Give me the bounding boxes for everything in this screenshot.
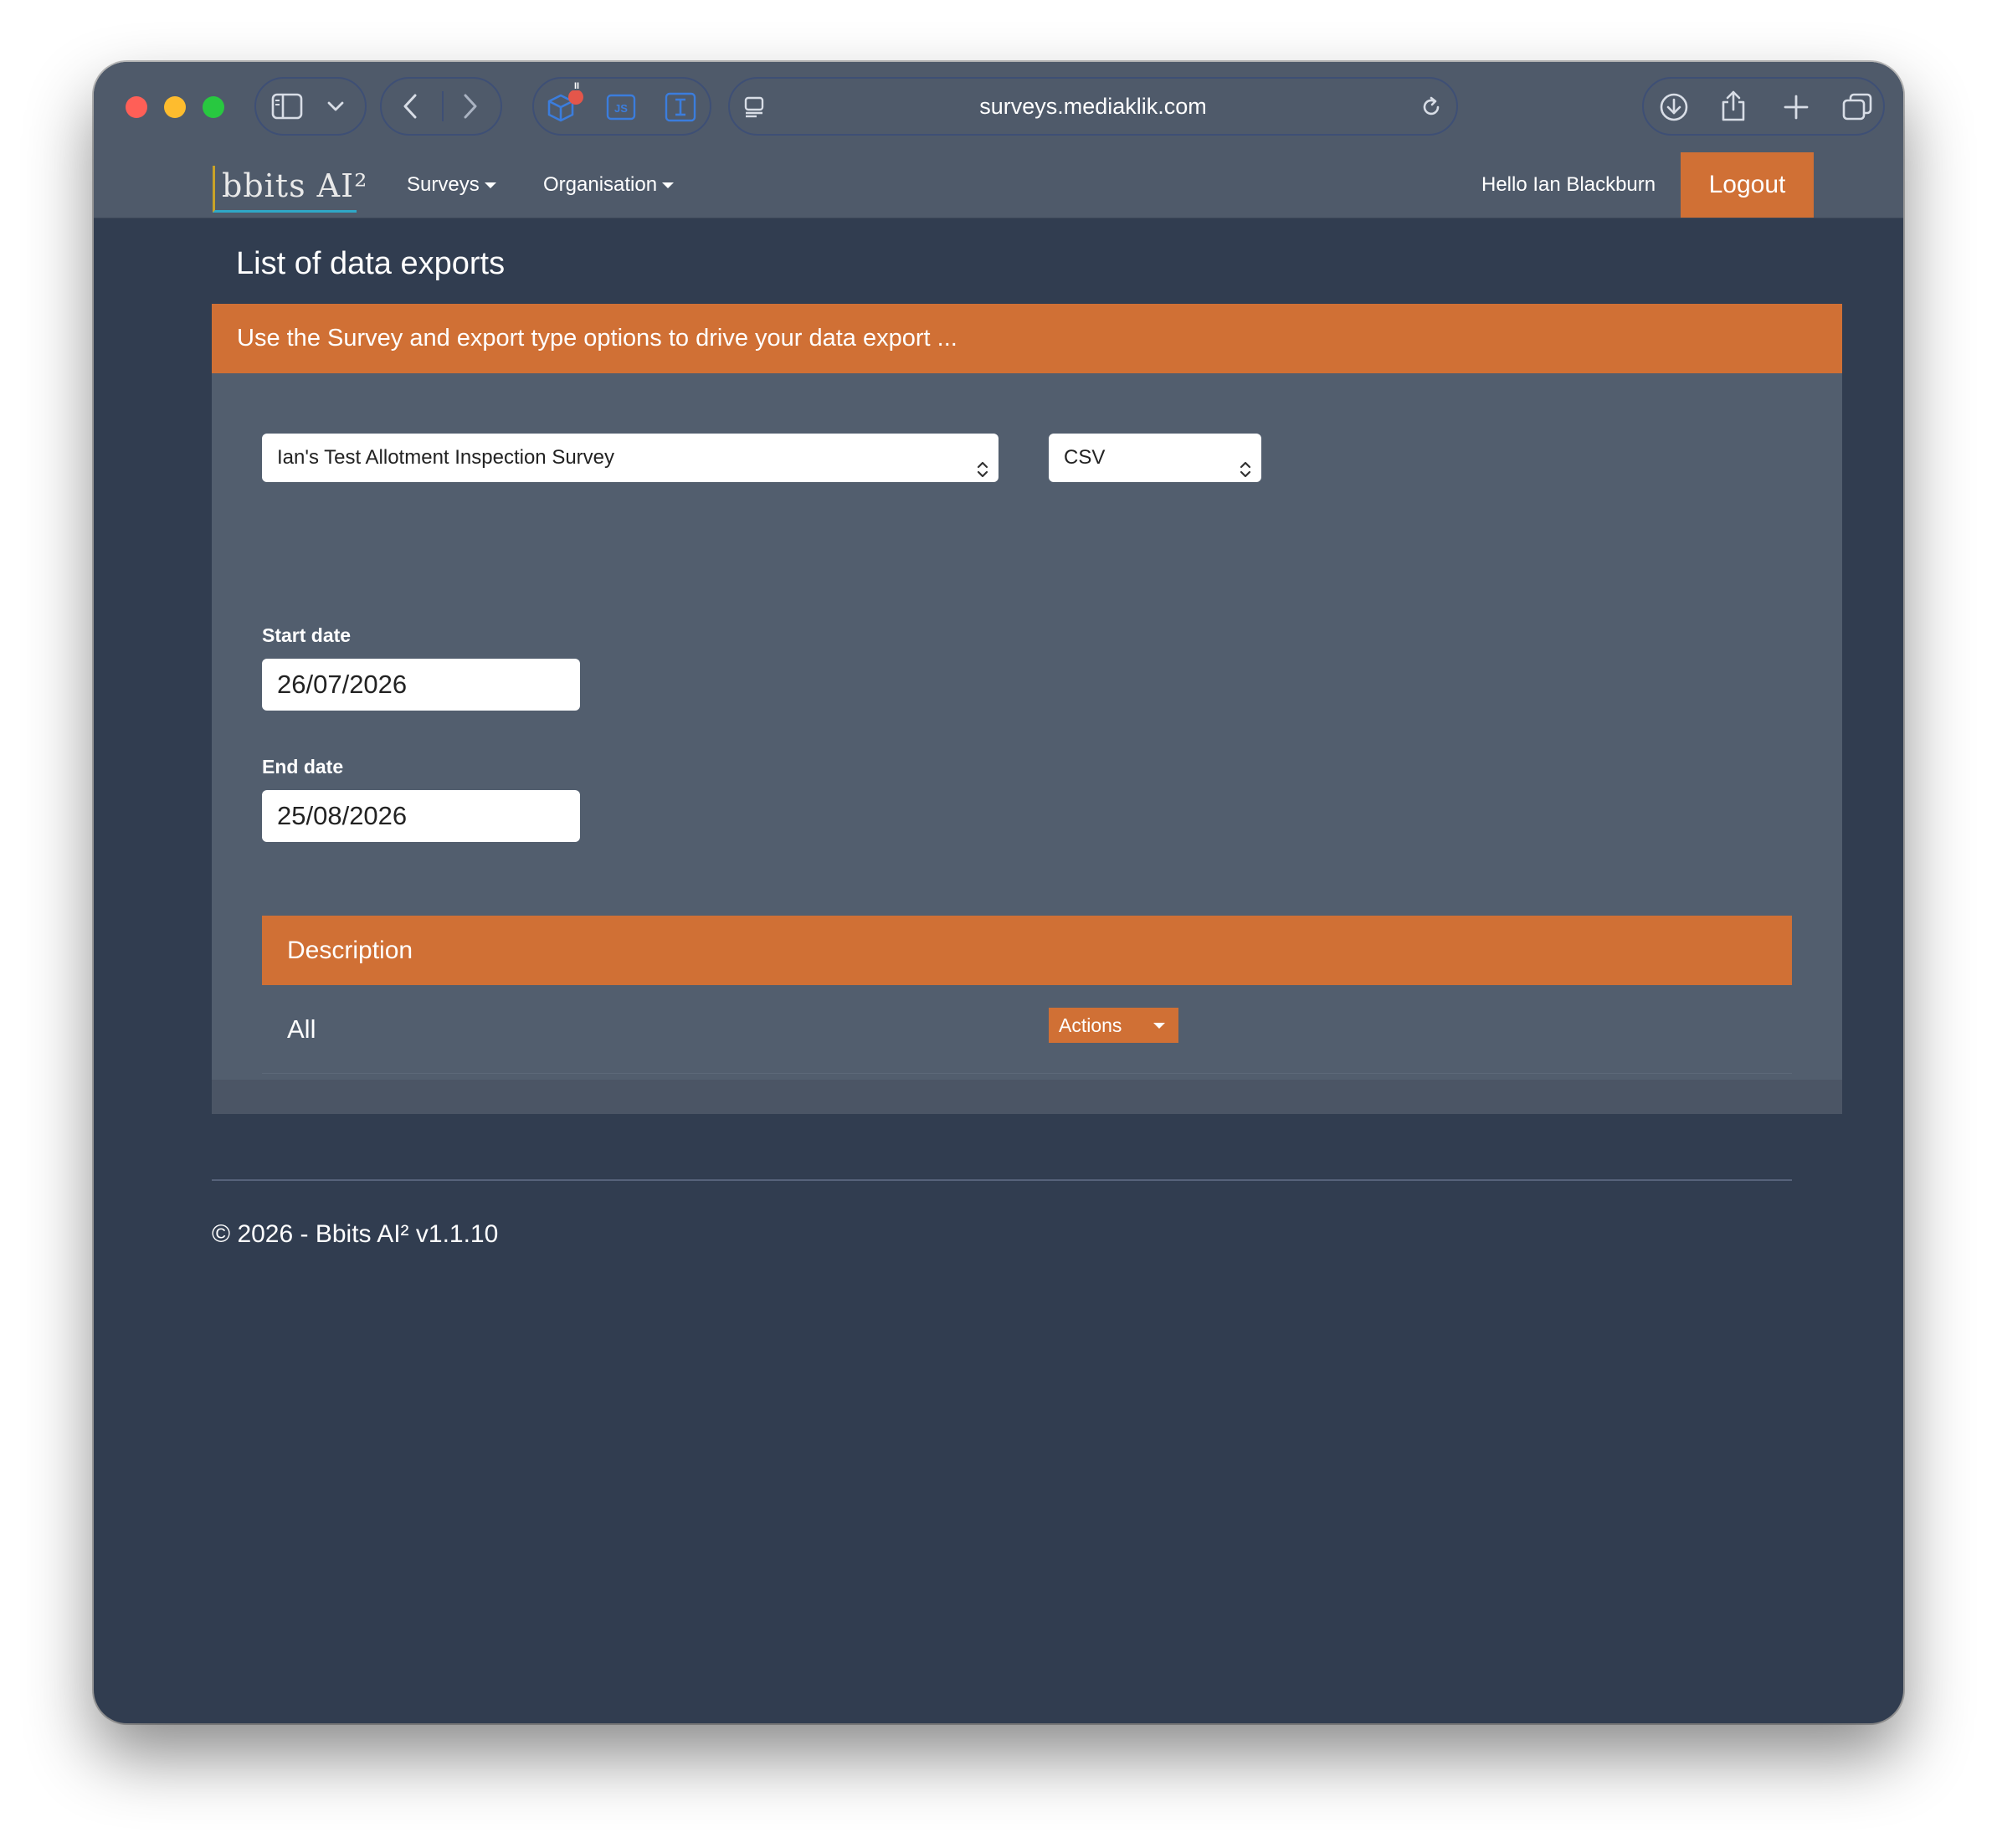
logout-button[interactable]: Logout bbox=[1681, 152, 1814, 218]
nav-menu-label: Organisation bbox=[543, 173, 658, 196]
reload-icon[interactable] bbox=[1419, 95, 1443, 119]
survey-select-value: Ian's Test Allotment Inspection Survey bbox=[277, 446, 615, 469]
minimize-window-button[interactable] bbox=[164, 96, 186, 118]
url-text[interactable]: surveys.mediaklik.com bbox=[730, 79, 1456, 134]
navigation-group bbox=[380, 77, 502, 136]
logo-wordmark: bbits AI² bbox=[222, 167, 368, 204]
forward-arrow-icon[interactable] bbox=[460, 92, 480, 121]
table-row: All Actions bbox=[262, 985, 1792, 1074]
page-title: List of data exports bbox=[236, 246, 506, 281]
zoom-window-button[interactable] bbox=[203, 96, 224, 118]
nav-menu-label: Surveys bbox=[407, 173, 480, 196]
close-window-button[interactable] bbox=[126, 96, 147, 118]
footer-copyright: © 2026 - Bbits AI² v1.1.10 bbox=[212, 1220, 499, 1248]
javascript-extension-icon[interactable]: JS bbox=[606, 94, 636, 121]
brand-logo[interactable]: bbits AI² bbox=[213, 166, 367, 213]
divider bbox=[442, 91, 444, 121]
extension-badge: II bbox=[573, 81, 580, 91]
browser-toolbar: II JS surveys.mediaklik.com bbox=[94, 62, 1903, 152]
sidebar-icon[interactable] bbox=[271, 92, 303, 121]
new-tab-icon[interactable] bbox=[1783, 94, 1810, 121]
start-date-label: Start date bbox=[262, 624, 352, 646]
svg-text:JS: JS bbox=[614, 102, 628, 115]
select-updown-icon bbox=[1240, 449, 1251, 497]
text-cursor-extension-icon[interactable] bbox=[665, 92, 696, 122]
address-bar[interactable]: surveys.mediaklik.com bbox=[728, 77, 1458, 136]
share-icon[interactable] bbox=[1719, 89, 1748, 122]
tab-overview-icon[interactable] bbox=[1841, 92, 1873, 122]
table-header-description: Description bbox=[262, 916, 1792, 985]
start-date-input[interactable]: 26/07/2026 bbox=[262, 659, 580, 711]
row-description: All bbox=[287, 1014, 316, 1044]
caret-down-icon bbox=[484, 182, 496, 189]
panel-footer bbox=[212, 1080, 1842, 1114]
panel-header: Use the Survey and export type options t… bbox=[212, 304, 1842, 373]
cube-extension-icon[interactable] bbox=[546, 90, 584, 126]
footer-divider bbox=[212, 1179, 1792, 1181]
caret-down-icon bbox=[1153, 1023, 1165, 1029]
export-type-value: CSV bbox=[1064, 446, 1106, 469]
back-arrow-icon[interactable] bbox=[400, 92, 420, 121]
sidebar-toggle-group bbox=[254, 77, 367, 136]
survey-select[interactable]: Ian's Test Allotment Inspection Survey bbox=[262, 434, 998, 482]
extensions-group: II JS bbox=[532, 77, 711, 136]
nav-menu-surveys[interactable]: Surveys bbox=[407, 152, 496, 218]
nav-menu-organisation[interactable]: Organisation bbox=[543, 152, 675, 218]
toolbar-actions-group bbox=[1642, 77, 1885, 136]
actions-label: Actions bbox=[1059, 1014, 1122, 1036]
end-date-input[interactable]: 25/08/2026 bbox=[262, 790, 580, 842]
export-panel: Use the Survey and export type options t… bbox=[212, 304, 1842, 1114]
select-updown-icon bbox=[977, 449, 988, 497]
export-type-select[interactable]: CSV bbox=[1049, 434, 1261, 482]
actions-dropdown-button[interactable]: Actions bbox=[1049, 1008, 1178, 1043]
user-greeting[interactable]: Hello Ian Blackburn bbox=[1481, 152, 1656, 218]
browser-window: II JS surveys.mediaklik.com bbits AI² Su… bbox=[94, 62, 1903, 1723]
caret-down-icon bbox=[662, 182, 675, 189]
chevron-down-icon[interactable] bbox=[326, 99, 345, 114]
site-navbar: bbits AI² Surveys Organisation Hello Ian… bbox=[94, 152, 1903, 218]
end-date-label: End date bbox=[262, 756, 344, 778]
downloads-icon[interactable] bbox=[1659, 92, 1689, 122]
